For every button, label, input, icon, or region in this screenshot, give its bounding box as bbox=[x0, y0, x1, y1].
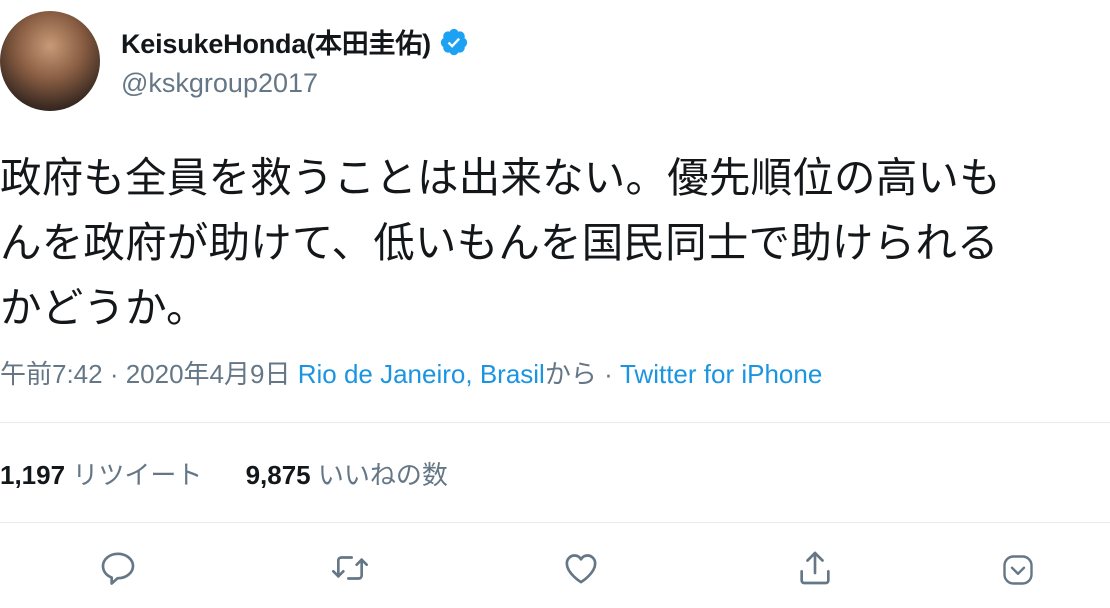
tweet-date[interactable]: 2020年4月9日 bbox=[126, 359, 291, 389]
tweet-meta: 午前7:42 · 2020年4月9日 Rio de Janeiro, Brasi… bbox=[0, 354, 822, 391]
divider bbox=[0, 522, 1110, 523]
retweet-icon bbox=[332, 556, 368, 580]
display-name[interactable]: KeisukeHonda(本田圭佑) bbox=[121, 22, 469, 61]
tweet-actions bbox=[0, 548, 1110, 598]
share-icon bbox=[800, 551, 830, 585]
tweet-line: かどうか。 bbox=[0, 283, 208, 332]
likes-stat[interactable]: 9,875 いいねの数 bbox=[246, 455, 448, 492]
tweet-text: 政府も全員を救うことは出来ない。優先順位の高いも んを政府が助けて、低いもんを国… bbox=[0, 145, 1110, 340]
tweet-time[interactable]: 午前7:42 bbox=[0, 359, 103, 389]
likes-count: 9,875 bbox=[245, 460, 311, 490]
retweets-label: リツイート bbox=[72, 460, 203, 490]
reply-button[interactable] bbox=[98, 548, 142, 592]
verified-badge-icon bbox=[440, 28, 468, 55]
avatar[interactable] bbox=[0, 11, 100, 111]
like-icon bbox=[565, 554, 597, 584]
display-name-text: KeisukeHonda(本田圭佑) bbox=[121, 29, 431, 59]
reply-icon bbox=[101, 552, 135, 585]
user-handle[interactable]: @kskgroup2017 bbox=[121, 68, 318, 99]
tweet-source-link[interactable]: Twitter for iPhone bbox=[620, 359, 822, 389]
location-suffix: から bbox=[544, 359, 597, 389]
tweet-line: んを政府が助けて、低いもんを国民同士で助けられる bbox=[0, 218, 999, 267]
retweet-button[interactable] bbox=[330, 548, 374, 592]
tweet-stats: 1,197 リツイート 9,875 いいねの数 bbox=[0, 455, 448, 492]
more-button[interactable] bbox=[1000, 552, 1044, 596]
meta-separator: · bbox=[102, 359, 126, 389]
divider bbox=[0, 422, 1110, 423]
retweets-stat[interactable]: 1,197 リツイート bbox=[0, 455, 202, 492]
more-chevron-icon bbox=[1003, 555, 1033, 585]
tweet-line: 政府も全員を救うことは出来ない。優先順位の高いも bbox=[0, 153, 1001, 202]
likes-label: いいねの数 bbox=[317, 460, 448, 490]
retweets-count: 1,197 bbox=[0, 460, 66, 490]
tweet-location-link[interactable]: Rio de Janeiro, Brasil bbox=[298, 359, 545, 389]
share-button[interactable] bbox=[795, 548, 839, 592]
meta-separator: · bbox=[596, 359, 620, 389]
like-button[interactable] bbox=[561, 548, 605, 592]
